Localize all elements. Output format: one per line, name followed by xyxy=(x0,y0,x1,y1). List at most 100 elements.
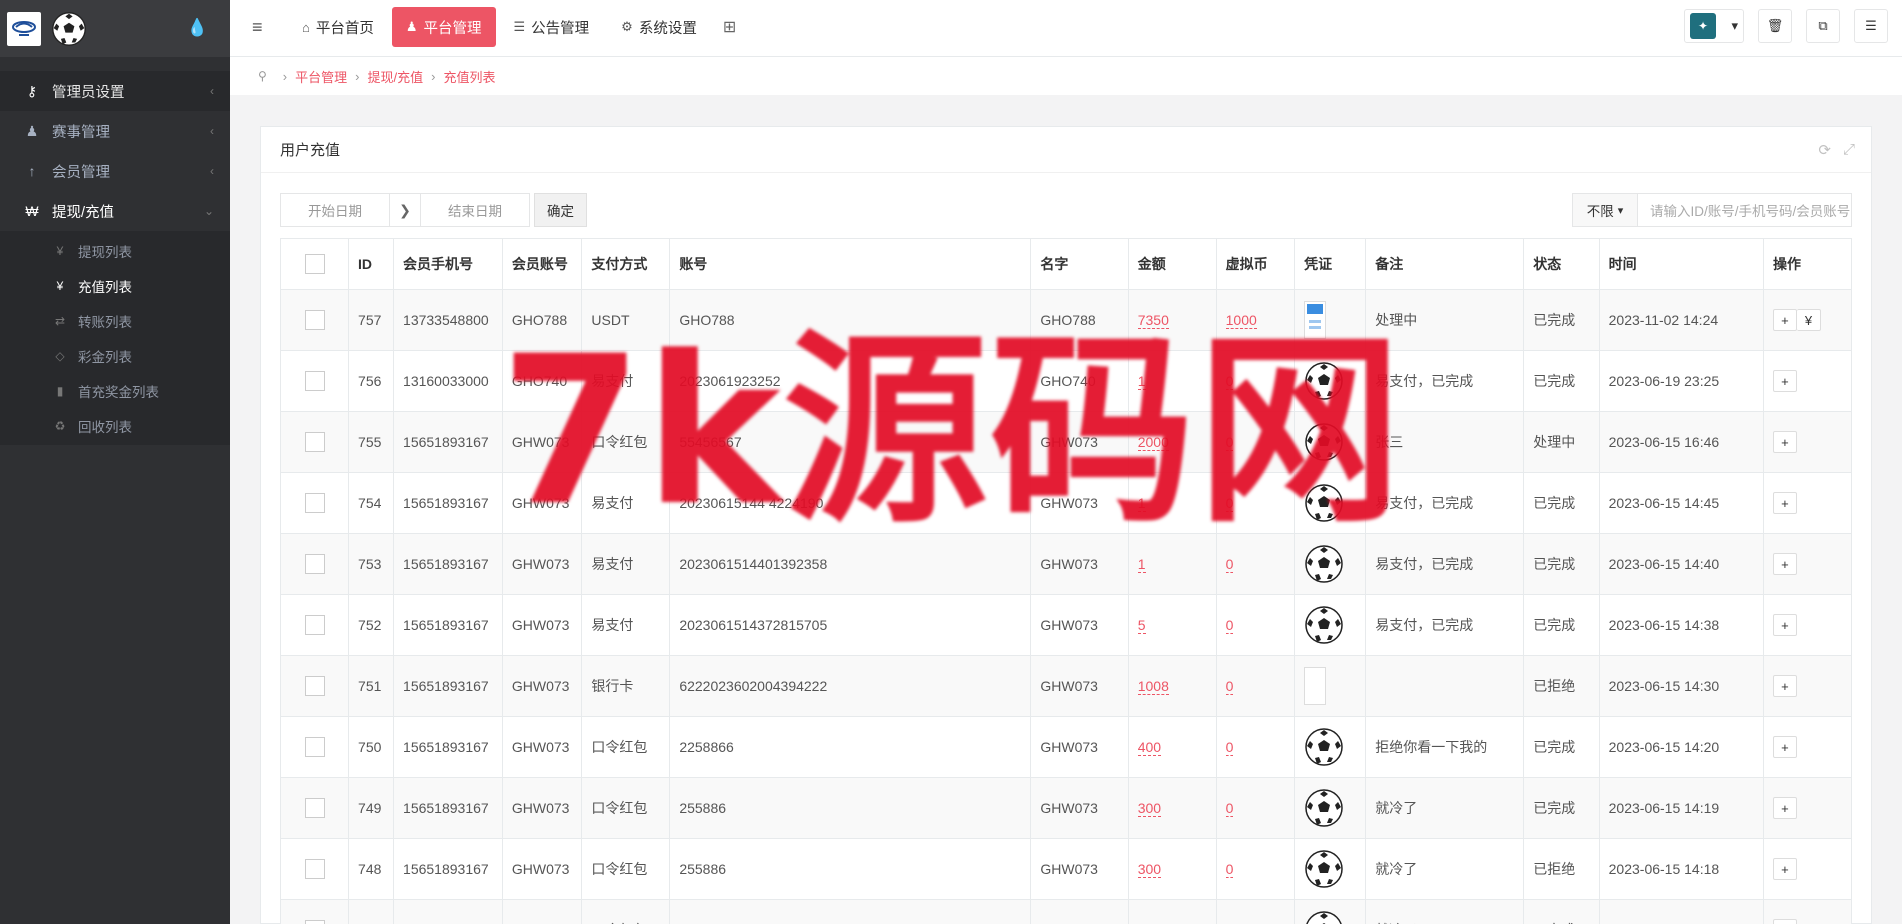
amount-editable[interactable]: 1 xyxy=(1137,373,1146,390)
tab-announcement-management[interactable]: ☰ 公告管理 xyxy=(500,7,604,47)
soccer-ball-icon[interactable] xyxy=(1304,422,1344,462)
search-input[interactable]: 请输入ID/账号/手机号码/会员账号 xyxy=(1638,193,1852,227)
grid-icon[interactable]: ⊞ xyxy=(715,7,744,47)
column-header[interactable]: 时间 xyxy=(1598,238,1764,290)
column-header[interactable]: 状态 xyxy=(1523,238,1600,290)
coin-editable[interactable]: 0 xyxy=(1225,373,1234,390)
tab-system-settings[interactable]: ⚙ 系统设置 xyxy=(607,7,711,47)
amount-editable[interactable]: 5 xyxy=(1137,617,1146,634)
column-header[interactable]: 名字 xyxy=(1030,238,1129,290)
amount-editable[interactable]: 1008 xyxy=(1137,678,1169,695)
coin-editable[interactable]: 0 xyxy=(1225,861,1234,878)
confirm-button[interactable]: 确定 xyxy=(534,193,587,227)
add-button[interactable]: + xyxy=(1772,614,1797,636)
sidebar-subitem-recycle-list[interactable]: ♻ 回收列表 xyxy=(0,408,230,443)
coin-editable[interactable]: 0 xyxy=(1225,495,1234,512)
add-button[interactable]: + xyxy=(1772,797,1797,819)
row-actions: + xyxy=(1772,370,1797,392)
sidebar-item-withdraw-recharge[interactable]: ₩ 提现/充值 ⌄ xyxy=(0,191,230,231)
amount-editable[interactable]: 400 xyxy=(1137,739,1162,756)
row-checkbox[interactable] xyxy=(304,920,325,924)
column-header[interactable]: 备注 xyxy=(1365,238,1525,290)
soccer-ball-icon[interactable] xyxy=(1304,849,1344,889)
end-date-input[interactable]: 结束日期 xyxy=(420,193,530,227)
amount-editable[interactable]: 300 xyxy=(1137,800,1162,817)
row-checkbox[interactable] xyxy=(304,554,325,574)
tab-platform-home[interactable]: ⌂ 平台首页 xyxy=(288,7,388,47)
add-button[interactable]: + xyxy=(1772,370,1797,392)
row-checkbox[interactable] xyxy=(304,310,325,330)
coin-editable[interactable]: 0 xyxy=(1225,800,1234,817)
coin-editable[interactable]: 0 xyxy=(1225,556,1234,573)
amount-editable[interactable]: 1 xyxy=(1137,556,1146,573)
sidebar-subitem-bonus-list[interactable]: ◇ 彩金列表 xyxy=(0,338,230,373)
scope-select[interactable]: 不限 ▾ xyxy=(1572,193,1638,227)
select-all-checkbox[interactable] xyxy=(304,254,325,274)
amount-editable[interactable]: 1 xyxy=(1137,495,1146,512)
row-checkbox[interactable] xyxy=(304,737,325,757)
amount-editable[interactable]: 300 xyxy=(1137,861,1162,878)
clear-cache-button[interactable]: 🗑 xyxy=(1758,9,1792,43)
breadcrumb-item-current[interactable]: 充值列表 xyxy=(443,67,495,86)
column-header[interactable]: 账号 xyxy=(669,238,1032,290)
column-header[interactable]: ID xyxy=(348,238,395,290)
soccer-ball-icon[interactable] xyxy=(1304,788,1344,828)
add-button[interactable]: + xyxy=(1772,736,1797,758)
add-button[interactable]: + xyxy=(1772,431,1797,453)
coin-editable[interactable]: 0 xyxy=(1225,739,1234,756)
sidebar-subitem-withdraw-list[interactable]: ¥ 提现列表 xyxy=(0,233,230,268)
drop-icon[interactable]: 💧 xyxy=(187,18,208,38)
sidebar-item-match-management[interactable]: ♟ 赛事管理 ‹ xyxy=(0,111,230,151)
soccer-ball-icon[interactable] xyxy=(1304,910,1344,924)
row-checkbox[interactable] xyxy=(304,676,325,696)
coin-editable[interactable]: 0 xyxy=(1225,617,1234,634)
row-checkbox[interactable] xyxy=(304,798,325,818)
coin-editable[interactable]: 0 xyxy=(1225,678,1234,695)
column-header[interactable]: 凭证 xyxy=(1294,238,1367,290)
tab-platform-management[interactable]: ♟ 平台管理 xyxy=(391,7,496,47)
sidebar-item-admin-settings[interactable]: ⚷ 管理员设置 ‹ xyxy=(0,71,230,111)
add-button[interactable]: + xyxy=(1772,675,1797,697)
fullscreen-icon[interactable]: ⤢ xyxy=(1843,141,1855,159)
soccer-ball-icon[interactable] xyxy=(1304,605,1344,645)
add-button[interactable]: + xyxy=(1772,858,1797,880)
voucher-image[interactable] xyxy=(1304,301,1327,339)
column-header[interactable]: 支付方式 xyxy=(581,238,671,290)
soccer-ball-icon[interactable] xyxy=(1304,361,1344,401)
amount-editable[interactable]: 2000 xyxy=(1137,434,1169,451)
row-checkbox[interactable] xyxy=(304,859,325,879)
soccer-ball-icon[interactable] xyxy=(1304,727,1344,767)
add-button[interactable]: + xyxy=(1772,919,1797,924)
open-frontend-button[interactable]: ⧉ xyxy=(1806,9,1840,43)
sidebar-subitem-recharge-list[interactable]: ¥ 充值列表 xyxy=(0,268,230,303)
row-checkbox[interactable] xyxy=(304,615,325,635)
sidebar-subitem-transfer-list[interactable]: ⇄ 转账列表 xyxy=(0,303,230,338)
soccer-ball-icon[interactable] xyxy=(1304,544,1344,584)
row-checkbox[interactable] xyxy=(304,493,325,513)
coin-editable[interactable]: 1000 xyxy=(1225,312,1257,329)
logo[interactable] xyxy=(7,11,41,46)
sidebar-subitem-first-recharge-bonus-list[interactable]: ▮ 首充奖金列表 xyxy=(0,373,230,408)
add-button[interactable]: + xyxy=(1772,553,1797,575)
menu-toggle-icon[interactable]: ≡ xyxy=(252,17,263,38)
coin-editable[interactable]: 0 xyxy=(1225,434,1234,451)
amount-editable[interactable]: 7350 xyxy=(1137,312,1169,329)
right-menu-button[interactable]: ☰ xyxy=(1854,9,1888,43)
row-checkbox[interactable] xyxy=(304,371,325,391)
column-header[interactable]: 会员手机号 xyxy=(393,238,503,290)
refresh-icon[interactable]: ⟳ xyxy=(1818,141,1831,159)
column-header[interactable]: 虚拟币 xyxy=(1215,238,1296,290)
breadcrumb-item[interactable]: 平台管理 xyxy=(295,67,347,86)
soccer-ball-icon[interactable] xyxy=(1304,483,1344,523)
user-menu-button[interactable]: ✦ ▾ xyxy=(1684,9,1744,43)
column-header[interactable]: 会员账号 xyxy=(501,238,583,290)
yen-button[interactable]: ¥ xyxy=(1796,309,1821,331)
breadcrumb-item[interactable]: 提现/充值 xyxy=(368,67,424,86)
column-header[interactable]: 金额 xyxy=(1127,238,1217,290)
sidebar-item-member-management[interactable]: ↑ 会员管理 ‹ xyxy=(0,151,230,191)
start-date-input[interactable]: 开始日期 xyxy=(280,193,390,227)
row-checkbox[interactable] xyxy=(304,432,325,452)
add-button[interactable]: + xyxy=(1772,309,1797,331)
voucher-image[interactable] xyxy=(1304,667,1327,705)
add-button[interactable]: + xyxy=(1772,492,1797,514)
